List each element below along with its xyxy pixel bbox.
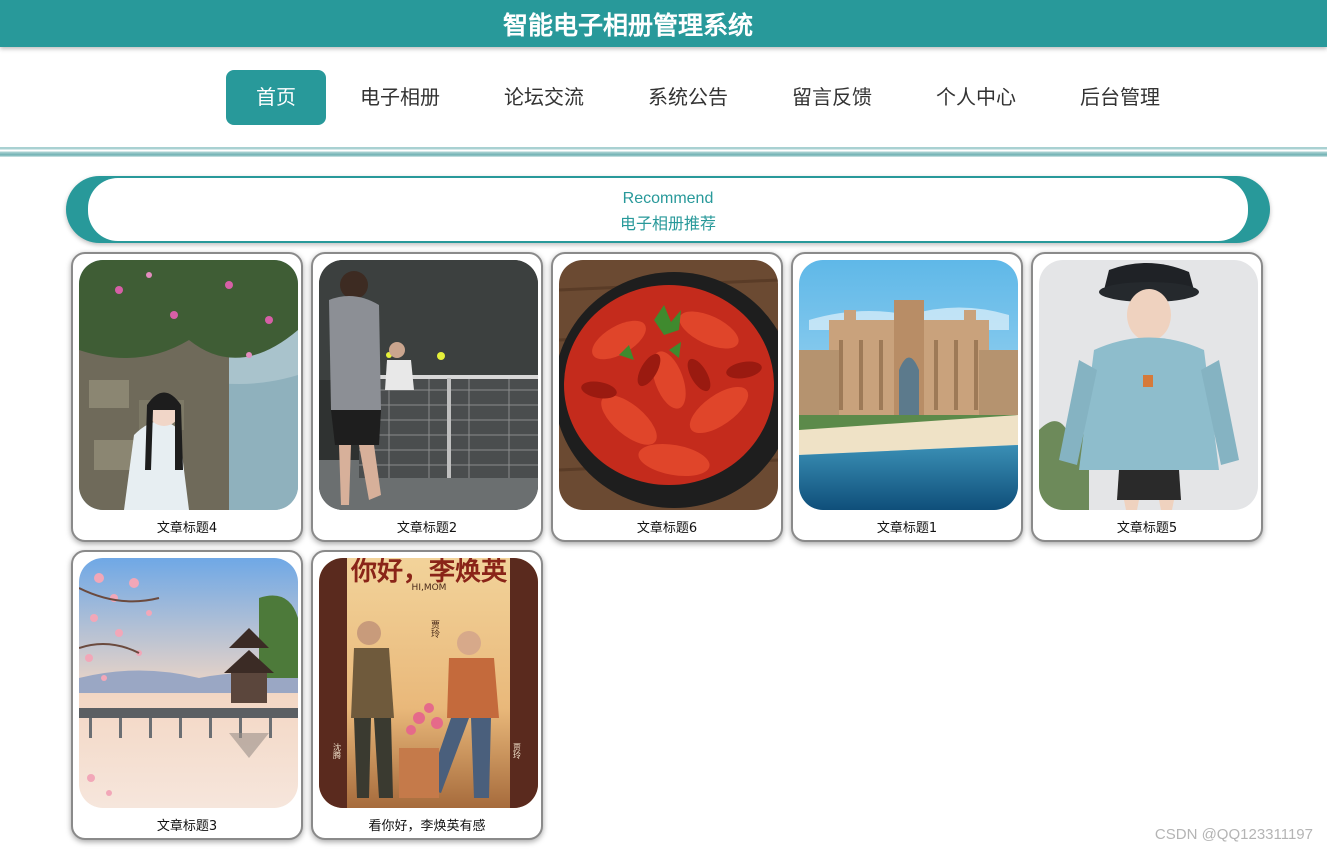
album-card-title: 文章标题5: [1116, 521, 1178, 536]
nav-item-announcements[interactable]: 系统公告: [618, 70, 758, 125]
album-card[interactable]: 文章标题2: [311, 252, 543, 542]
recommend-banner: Recommend 电子相册推荐: [66, 176, 1270, 243]
poster-latin-text: HI,MOM: [412, 583, 447, 593]
lake-pavilion-blossom-photo: [79, 558, 298, 808]
album-card-title: 看你好，李焕英有感: [368, 819, 486, 834]
top-header-bar: 智能电子相册管理系统: [0, 0, 1327, 47]
poster-left-name: 沈腾: [333, 742, 342, 760]
nav-item-admin[interactable]: 后台管理: [1050, 70, 1190, 125]
site-title: 智能电子相册管理系统: [502, 11, 753, 40]
album-card[interactable]: 文章标题3: [71, 550, 303, 840]
album-card-title: 文章标题2: [396, 521, 458, 536]
crayfish-dish-photo: [559, 260, 778, 510]
nav-item-feedback[interactable]: 留言反馈: [762, 70, 902, 125]
album-card-title: 文章标题3: [156, 819, 218, 834]
nav-item-home[interactable]: 首页: [226, 70, 326, 125]
album-card[interactable]: 文章标题5: [1031, 252, 1263, 542]
tennis-players-photo: [319, 260, 538, 510]
album-card[interactable]: 文章标题1: [791, 252, 1023, 542]
resort-hotel-beach-photo: [799, 260, 1018, 510]
main-nav: 首页 电子相册 论坛交流 系统公告 留言反馈 个人中心 后台管理: [226, 70, 1190, 125]
album-card[interactable]: 你好，李焕英 HI,MOM 贾玲 沈腾 贾玲 看你好，李焕英有感: [311, 550, 543, 840]
recommend-banner-inner: Recommend 电子相册推荐: [88, 178, 1248, 241]
album-card[interactable]: 文章标题6: [551, 252, 783, 542]
album-card-title: 文章标题1: [876, 521, 938, 536]
poster-director-text: 贾玲: [429, 620, 440, 639]
nav-item-albums[interactable]: 电子相册: [330, 70, 470, 125]
recommend-title-cn: 电子相册推荐: [619, 214, 716, 233]
nav-item-profile[interactable]: 个人中心: [906, 70, 1046, 125]
header-divider: [0, 147, 1327, 157]
movie-poster-photo: 你好，李焕英 HI,MOM 贾玲 沈腾 贾玲: [319, 558, 538, 808]
woman-in-hanfu-by-lake-photo: [79, 260, 298, 510]
poster-right-name: 贾玲: [513, 743, 522, 760]
album-card-title: 文章标题4: [156, 521, 218, 536]
watermark: CSDN @QQ123311197: [1154, 826, 1313, 843]
woman-in-blue-hoodie-photo: [1039, 260, 1258, 510]
album-card[interactable]: 文章标题4: [71, 252, 303, 542]
nav-item-forum[interactable]: 论坛交流: [474, 70, 614, 125]
album-card-title: 文章标题6: [636, 521, 698, 536]
recommend-title-en: Recommend: [622, 190, 714, 207]
